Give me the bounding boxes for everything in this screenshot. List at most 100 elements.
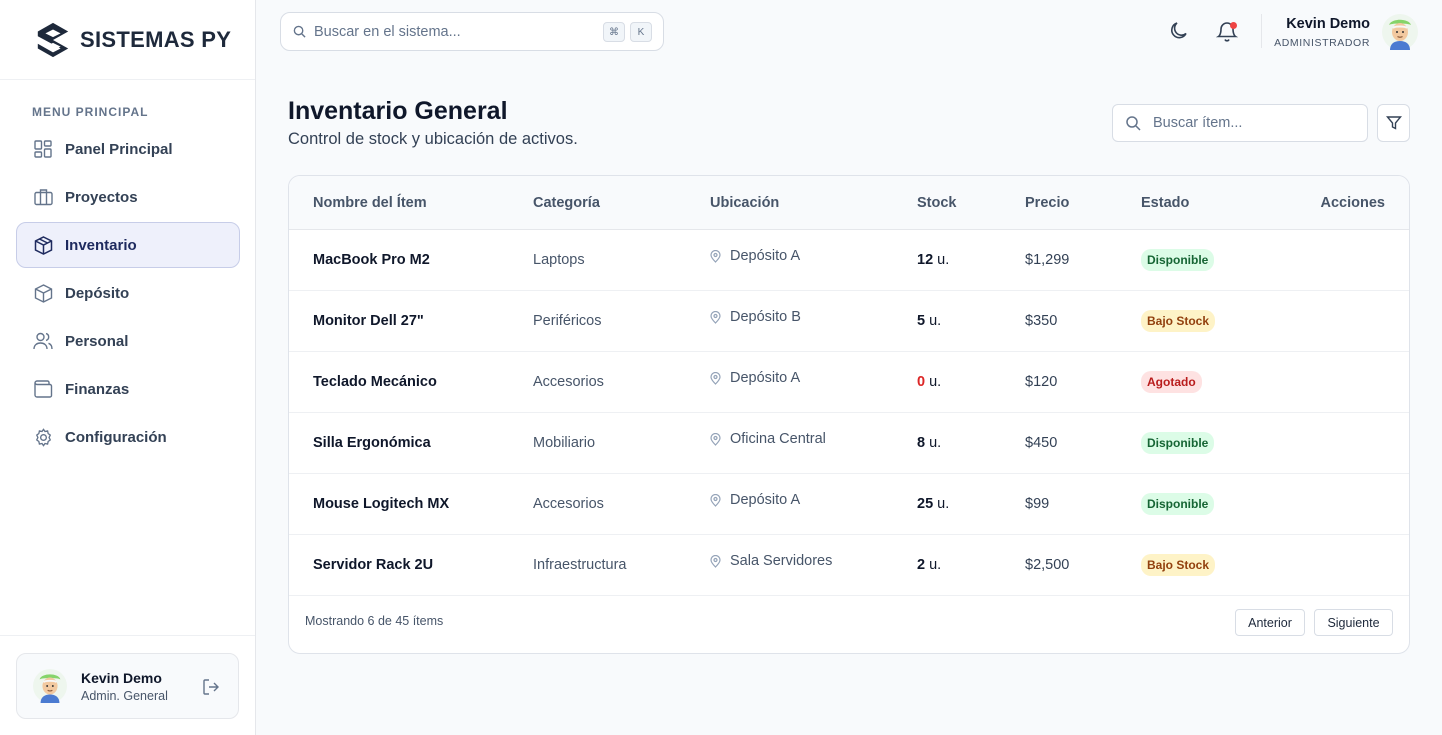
brand-name: SISTEMAS PY: [80, 26, 232, 52]
item-location: Depósito A: [710, 492, 800, 508]
item-category: Laptops: [533, 252, 585, 268]
search-icon: [1126, 116, 1141, 131]
avatar: [33, 669, 67, 703]
map-pin-icon: [710, 554, 721, 568]
item-location-label: Sala Servidores: [730, 553, 833, 569]
topbar-divider: [1261, 14, 1262, 48]
menu-section-title: MENU PRINCIPAL: [32, 105, 149, 119]
item-search[interactable]: [1112, 104, 1368, 142]
column-header-stock[interactable]: Stock: [917, 195, 957, 211]
item-location-label: Depósito B: [730, 309, 801, 325]
status-badge: Bajo Stock: [1141, 310, 1216, 332]
item-price: $120: [1025, 374, 1058, 390]
global-search[interactable]: ⌘ K: [280, 12, 664, 51]
table-row[interactable]: MacBook Pro M2 Laptops Depósito A 12 u. …: [289, 230, 1409, 291]
next-page-button[interactable]: Siguiente: [1314, 609, 1393, 636]
briefcase-icon: [33, 187, 53, 207]
column-header-price[interactable]: Precio: [1025, 195, 1069, 211]
logout-icon[interactable]: [202, 678, 220, 696]
table-footer: Mostrando 6 de 45 ítems Anterior Siguien…: [289, 594, 1409, 653]
status-badge: Disponible: [1141, 249, 1215, 271]
map-pin-icon: [710, 249, 721, 263]
topbar-user[interactable]: Kevin Demo ADMINISTRADOR: [1274, 16, 1370, 49]
table-row[interactable]: Silla Ergonómica Mobiliario Oficina Cent…: [289, 413, 1409, 474]
table-row[interactable]: Servidor Rack 2U Infraestructura Sala Se…: [289, 535, 1409, 596]
stock-unit: u.: [929, 435, 942, 451]
item-location: Depósito B: [710, 309, 801, 325]
map-pin-icon: [710, 371, 721, 385]
stock-quantity: 8: [917, 435, 926, 451]
map-pin-icon: [710, 493, 721, 507]
sidebar-item-finanzas[interactable]: Finanzas: [16, 366, 240, 412]
sidebar-item-label: Panel Principal: [65, 140, 173, 158]
main-nav: Panel Principal Proyectos Inventario Dep…: [16, 126, 240, 462]
status-badge: Disponible: [1141, 432, 1215, 454]
item-name: Silla Ergonómica: [313, 435, 431, 451]
item-stock: 8 u.: [917, 435, 941, 451]
column-header-category[interactable]: Categoría: [533, 195, 600, 211]
item-category: Accesorios: [533, 374, 604, 390]
sidebar-item-panel-principal[interactable]: Panel Principal: [16, 126, 240, 172]
sidebar-item-inventario[interactable]: Inventario: [16, 222, 240, 268]
item-search-input[interactable]: [1153, 115, 1353, 131]
sidebar-item-configuracion[interactable]: Configuración: [16, 414, 240, 460]
filter-icon: [1385, 116, 1402, 130]
moon-icon[interactable]: [1168, 20, 1190, 42]
stock-unit: u.: [937, 252, 950, 268]
item-price: $1,299: [1025, 252, 1070, 268]
item-location-label: Depósito A: [730, 370, 801, 386]
item-name: Servidor Rack 2U: [313, 557, 434, 573]
shortcut-key-cmd: ⌘: [603, 22, 625, 42]
sidebar-item-deposito[interactable]: Depósito: [16, 270, 240, 316]
topbar-user-role: ADMINISTRADOR: [1274, 37, 1370, 49]
box-icon: [33, 235, 53, 255]
wallet-icon: [33, 379, 53, 399]
settings-icon: [33, 427, 53, 447]
item-stock: 2 u.: [917, 557, 941, 573]
brand-logo-icon: [37, 22, 69, 57]
previous-page-button[interactable]: Anterior: [1235, 609, 1305, 636]
brand[interactable]: SISTEMAS PY: [0, 0, 255, 80]
item-category: Infraestructura: [533, 557, 627, 573]
users-icon: [33, 331, 53, 351]
filter-button[interactable]: [1377, 104, 1410, 142]
search-icon: [293, 25, 306, 38]
sidebar-item-proyectos[interactable]: Proyectos: [16, 174, 240, 220]
column-header-name[interactable]: Nombre del Ítem: [313, 195, 427, 211]
status-badge: Bajo Stock: [1141, 554, 1216, 576]
sidebar-user-role: Admin. General: [81, 688, 168, 703]
sidebar-item-label: Configuración: [65, 428, 167, 446]
sidebar-item-label: Finanzas: [65, 380, 130, 398]
stock-quantity: 25: [917, 496, 934, 512]
item-category: Periféricos: [533, 313, 602, 329]
stock-unit: u.: [929, 374, 942, 390]
sidebar-user-card[interactable]: Kevin Demo Admin. General: [16, 653, 239, 719]
sidebar-item-label: Depósito: [65, 284, 130, 302]
item-stock: 12 u.: [917, 252, 949, 268]
sidebar-item-personal[interactable]: Personal: [16, 318, 240, 364]
page-subtitle: Control de stock y ubicación de activos.: [288, 130, 578, 148]
item-price: $2,500: [1025, 557, 1070, 573]
table-row[interactable]: Teclado Mecánico Accesorios Depósito A 0…: [289, 352, 1409, 413]
item-location: Sala Servidores: [710, 553, 832, 569]
global-search-input[interactable]: [314, 23, 584, 40]
avatar[interactable]: [1382, 14, 1418, 50]
item-location-label: Oficina Central: [730, 431, 826, 447]
pagination-summary: Mostrando 6 de 45 ítems: [305, 614, 444, 628]
shortcut-key-k: K: [630, 22, 652, 42]
notification-badge: [1230, 22, 1237, 29]
item-location-label: Depósito A: [730, 248, 801, 264]
status-badge: Disponible: [1141, 493, 1215, 515]
item-location: Oficina Central: [710, 431, 826, 447]
sidebar-item-label: Proyectos: [65, 188, 138, 206]
table-row[interactable]: Mouse Logitech MX Accesorios Depósito A …: [289, 474, 1409, 535]
stock-unit: u.: [929, 557, 942, 573]
table-row[interactable]: Monitor Dell 27" Periféricos Depósito B …: [289, 291, 1409, 352]
column-header-location[interactable]: Ubicación: [710, 195, 779, 211]
item-name: Mouse Logitech MX: [313, 496, 450, 512]
item-location-label: Depósito A: [730, 492, 801, 508]
sidebar-user-name: Kevin Demo: [81, 669, 162, 686]
item-price: $99: [1025, 496, 1050, 512]
item-price: $350: [1025, 313, 1058, 329]
column-header-status[interactable]: Estado: [1141, 195, 1189, 211]
